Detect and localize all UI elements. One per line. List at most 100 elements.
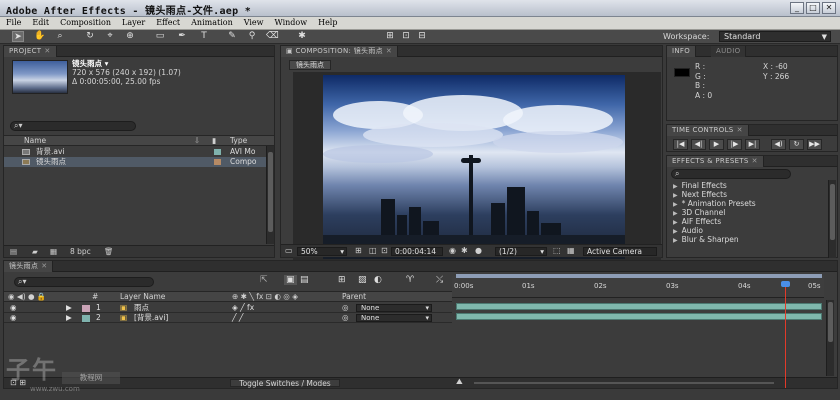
toggle-switches-modes-button[interactable]: Toggle Switches / Modes	[230, 379, 340, 387]
parent-pickwhip-icon[interactable]: ◎	[342, 313, 349, 323]
brush-tool-icon[interactable]: ✎	[226, 31, 238, 42]
audio-icon[interactable]: ◀)	[771, 139, 786, 150]
menu-window[interactable]: Window	[269, 17, 313, 29]
effects-category[interactable]: ▶ Blur & Sharpen	[673, 235, 739, 245]
expand-triangle-icon[interactable]: ▶	[66, 313, 72, 323]
maximize-button[interactable]: □	[806, 2, 820, 14]
project-row[interactable]: 镜头雨点 Compo	[4, 157, 274, 167]
layer-switches-icon[interactable]: ◈ ╱ fx	[232, 303, 254, 313]
effects-scrollbar[interactable]	[828, 180, 836, 258]
view-axis-icon[interactable]: ⊟	[416, 31, 428, 42]
first-frame-button[interactable]: |◀	[673, 139, 688, 150]
play-button[interactable]: ▶	[709, 139, 724, 150]
previous-frame-button[interactable]: ◀|	[691, 139, 706, 150]
switches-icon[interactable]: ⊕ ✱ ╲ fx ⊡ ◐ ◎ ◈	[232, 292, 298, 302]
time-ruler[interactable]: 0:00s 01s 02s 03s 04s 05s	[452, 276, 824, 298]
workspace-select[interactable]: Standard ▼	[719, 31, 831, 42]
zoom-out-icon[interactable]: ⛰	[456, 377, 463, 387]
clone-stamp-tool-icon[interactable]: ⚲	[246, 31, 258, 42]
channel-icon[interactable]: ●	[475, 246, 482, 255]
graph-editor-icon[interactable]: ⤯	[436, 275, 443, 285]
frame-blending-icon[interactable]: ▨	[358, 275, 367, 285]
draft-3d-icon[interactable]: ▤	[300, 275, 309, 285]
new-composition-icon[interactable]: ▦	[50, 246, 57, 257]
parent-select[interactable]: None ▾	[356, 304, 432, 312]
preview-frame[interactable]	[323, 75, 625, 259]
puppet-tool-icon[interactable]: ✱	[296, 31, 308, 42]
pan-behind-tool-icon[interactable]: ⊕	[124, 31, 136, 42]
next-frame-button[interactable]: |▶	[727, 139, 742, 150]
tab-info[interactable]: INFO	[667, 46, 697, 57]
zoom-tool-icon[interactable]: ⌕	[54, 31, 66, 42]
comp-name-button[interactable]: 镜头雨点	[289, 60, 331, 70]
menu-help[interactable]: Help	[312, 17, 342, 29]
tab-timeline[interactable]: 镜头雨点 ✕	[4, 261, 54, 272]
close-icon[interactable]: ✕	[41, 262, 47, 270]
last-frame-button[interactable]: ▶|	[745, 139, 760, 150]
layer-duration-bar[interactable]	[456, 303, 822, 310]
column-parent[interactable]: Parent	[342, 292, 366, 302]
parent-pickwhip-icon[interactable]: ◎	[342, 303, 349, 313]
layer-name[interactable]: 雨点	[134, 303, 149, 313]
mask-visibility-icon[interactable]: ◫	[369, 246, 377, 255]
loop-icon[interactable]: ↻	[789, 139, 804, 150]
layer-duration-bar[interactable]	[456, 313, 822, 320]
menu-animation[interactable]: Animation	[185, 17, 238, 29]
hand-tool-icon[interactable]: ✋	[34, 31, 46, 42]
zoom-slider[interactable]	[474, 382, 774, 384]
minimize-button[interactable]: _	[790, 2, 804, 14]
label-color-swatch[interactable]	[82, 315, 90, 322]
project-row[interactable]: 背景.avi AVI Mo	[4, 147, 274, 157]
playhead-line[interactable]	[785, 282, 786, 388]
column-name[interactable]: Name	[24, 136, 46, 146]
eraser-tool-icon[interactable]: ⌫	[266, 31, 279, 42]
av-features-icon[interactable]: ◉ ◀) ● 🔒	[8, 292, 46, 302]
layer-name[interactable]: [背景.avi]	[134, 313, 168, 323]
menu-composition[interactable]: Composition	[54, 17, 116, 29]
menu-effect[interactable]: Effect	[150, 17, 185, 29]
project-search-input[interactable]: ⌕▾	[10, 121, 136, 131]
menu-view[interactable]: View	[238, 17, 269, 29]
timeline-search-input[interactable]: ⌕▾	[14, 277, 154, 287]
label-color-swatch[interactable]	[214, 159, 221, 165]
effects-search-input[interactable]: ⌕	[671, 169, 791, 179]
selection-tool-icon[interactable]: ➤	[12, 31, 24, 42]
show-snapshot-icon[interactable]: ✱	[461, 246, 468, 255]
close-icon[interactable]: ✕	[737, 126, 743, 134]
bpc-label[interactable]: 8 bpc	[70, 246, 91, 257]
visibility-eye-icon[interactable]: ◉	[10, 313, 17, 323]
work-area-bar[interactable]	[456, 274, 822, 278]
tab-effects-presets[interactable]: EFFECTS & PRESETS ✕	[667, 156, 764, 167]
project-scrollbar[interactable]	[266, 146, 274, 244]
tab-composition[interactable]: ▣ COMPOSITION: 镜头雨点 ✕	[281, 46, 399, 57]
close-button[interactable]: ✕	[822, 2, 836, 14]
camera-snapshot-icon[interactable]: ◉	[449, 246, 456, 255]
world-axis-icon[interactable]: ⊡	[400, 31, 412, 42]
visibility-eye-icon[interactable]: ◉	[10, 303, 17, 313]
camera-tool-icon[interactable]: ⌖	[104, 31, 116, 42]
snapshot-icon[interactable]: ⊡	[381, 246, 388, 255]
hide-shy-layers-icon[interactable]: ⊞	[338, 275, 346, 285]
sort-icon[interactable]: ⇩	[194, 136, 200, 146]
ram-preview-button[interactable]: ▶▶	[807, 139, 822, 150]
always-preview-icon[interactable]: ▭	[285, 246, 293, 255]
timeline-layer-row[interactable]: ◉ ▶ 1 ▣ 雨点 ◈ ╱ fx ◎ None ▾	[4, 303, 452, 313]
column-type[interactable]: Type	[230, 136, 247, 146]
project-item-name[interactable]: 镜头雨点 ▾	[72, 59, 181, 68]
text-tool-icon[interactable]: T	[198, 31, 210, 42]
parent-select[interactable]: None ▾	[356, 314, 432, 322]
timeline-scrollbar[interactable]	[826, 300, 834, 376]
tab-time-controls[interactable]: TIME CONTROLS ✕	[667, 125, 749, 136]
brainstorm-icon[interactable]: ♈	[406, 275, 414, 285]
menu-layer[interactable]: Layer	[116, 17, 150, 29]
column-layer-name[interactable]: Layer Name	[120, 292, 165, 302]
motion-blur-icon[interactable]: ◐	[374, 275, 382, 285]
resolution-select[interactable]: (1/2) ▾	[495, 247, 547, 256]
trash-icon[interactable]: 🗑	[104, 246, 114, 257]
rectangle-mask-tool-icon[interactable]: ▭	[154, 31, 166, 42]
label-column-icon[interactable]: ▮	[212, 136, 216, 146]
region-of-interest-icon[interactable]: ⬚	[553, 246, 561, 255]
zoom-select[interactable]: 50% ▾	[297, 247, 347, 256]
tab-project[interactable]: PROJECT ✕	[4, 46, 57, 57]
layer-switches-icon[interactable]: ╱ ╱	[232, 313, 243, 323]
